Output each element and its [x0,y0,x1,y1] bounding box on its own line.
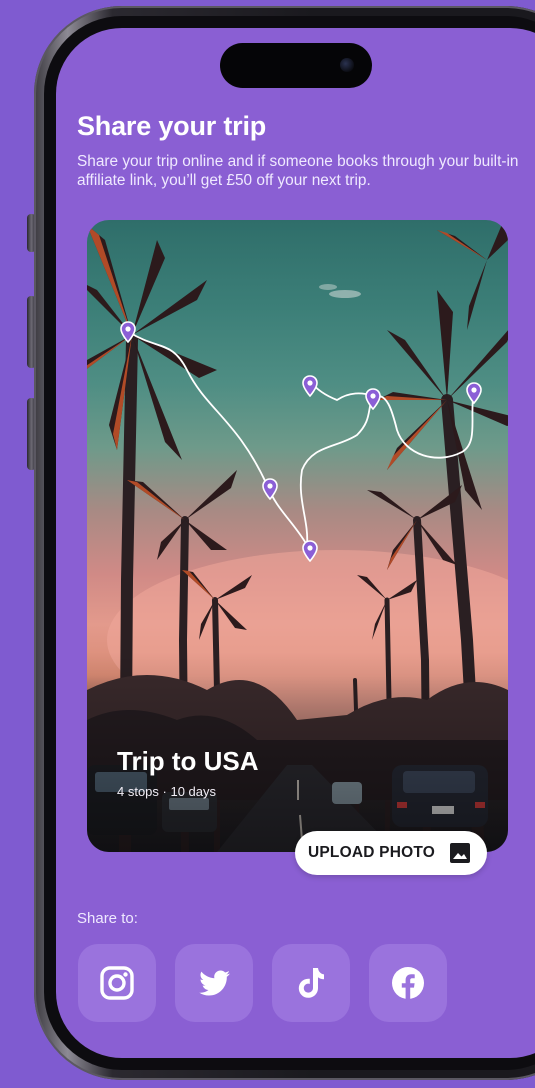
share-instagram-button[interactable] [78,944,156,1022]
share-targets [78,944,466,1022]
share-label: Share to: [77,910,138,927]
instagram-icon [100,966,134,1000]
upload-photo-button[interactable]: UPLOAD PHOTO [295,831,487,875]
stage: Share your trip Share your trip online a… [0,0,535,1088]
dynamic-island [220,43,372,88]
share-tiktok-button[interactable] [272,944,350,1022]
phone-screen: Share your trip Share your trip online a… [56,28,535,1058]
page-title: Share your trip [77,111,267,141]
image-icon [450,843,470,863]
share-twitter-button[interactable] [175,944,253,1022]
map-pin-icon[interactable] [302,375,318,397]
upload-photo-label: UPLOAD PHOTO [308,844,435,861]
camera-lens-icon [340,58,354,72]
map-pin-icon[interactable] [302,540,318,562]
map-pin-icon[interactable] [466,382,482,404]
page-subtitle: Share your trip online and if someone bo… [77,153,519,189]
trip-title: Trip to USA [117,746,259,776]
trip-card[interactable]: Trip to USA 4 stops · 10 days [87,220,508,852]
twitter-icon [199,970,230,996]
facebook-icon [392,967,424,999]
map-pin-icon[interactable] [365,388,381,410]
map-pin-icon[interactable] [262,478,278,500]
trip-meta: 4 stops · 10 days [117,784,216,799]
tiktok-icon [298,968,324,998]
map-pin-icon[interactable] [120,321,136,343]
share-facebook-button[interactable] [369,944,447,1022]
